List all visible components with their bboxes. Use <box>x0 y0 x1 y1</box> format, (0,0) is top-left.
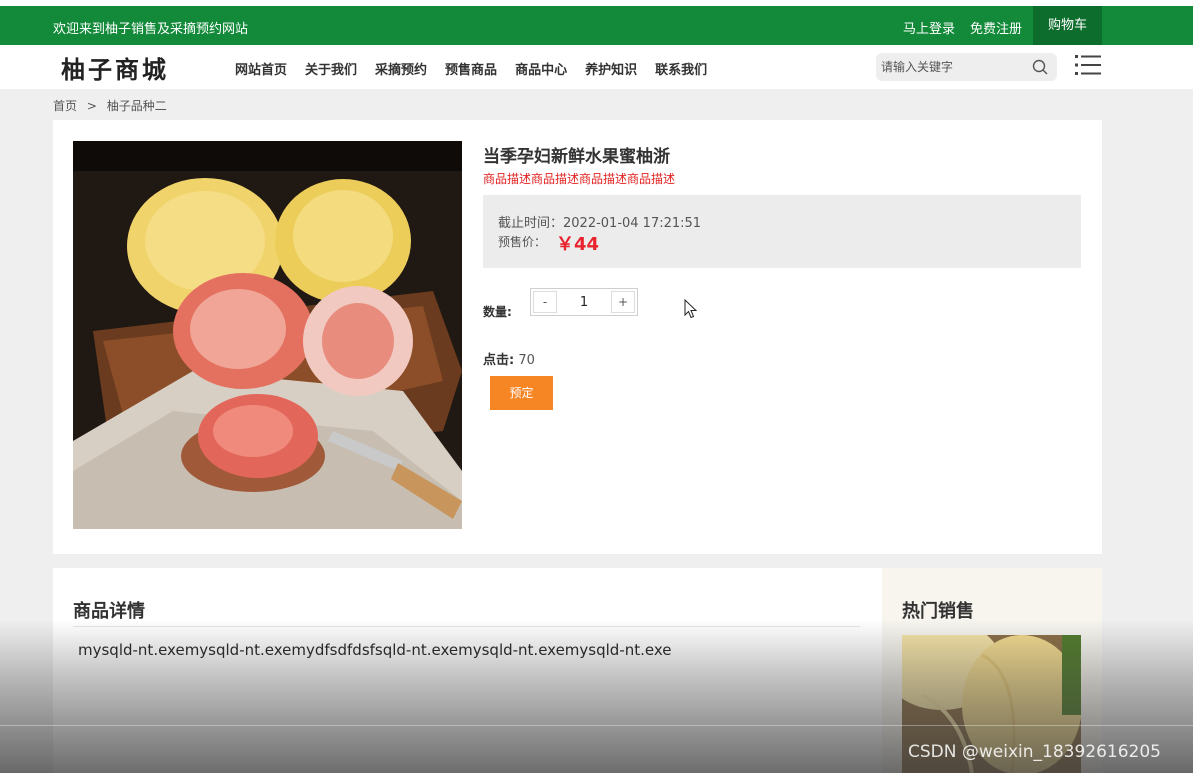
presale-price: ￥44 <box>556 234 600 255</box>
details-divider <box>73 626 860 627</box>
product-image <box>73 141 462 529</box>
mouse-cursor-icon <box>684 299 698 319</box>
click-count-label: 点击: <box>483 353 515 368</box>
details-title: 商品详情 <box>73 601 145 622</box>
nav-presale[interactable]: 预售商品 <box>445 59 497 78</box>
search-input[interactable] <box>881 57 1021 77</box>
nav-home[interactable]: 网站首页 <box>235 59 287 78</box>
register-link[interactable]: 免费注册 <box>970 18 1022 37</box>
main-nav: 网站首页 关于我们 采摘预约 预售商品 商品中心 养护知识 联系我们 <box>235 59 725 78</box>
product-details-panel: 商品详情 mysqld-nt.exemysqld-nt.exemydfsdfds… <box>53 568 882 773</box>
nav-products[interactable]: 商品中心 <box>515 59 567 78</box>
nav-about[interactable]: 关于我们 <box>305 59 357 78</box>
watermark: CSDN @weixin_18392616205 <box>908 742 1161 762</box>
welcome-text: 欢迎来到柚子销售及采摘预约网站 <box>53 22 249 37</box>
quantity-label: 数量: <box>483 305 512 319</box>
presale-label: 预售价： <box>498 235 547 249</box>
menu-icon[interactable] <box>1075 54 1101 76</box>
quantity-decrease-button[interactable]: - <box>533 291 557 313</box>
search-box <box>876 53 1057 81</box>
product-description: 商品描述商品描述商品描述商品描述 <box>483 172 676 186</box>
top-bar: 欢迎来到柚子销售及采摘预约网站 马上登录 免费注册 购物车 <box>0 0 1193 45</box>
deadline-text: 截止时间：2022-01-04 17:21:51 <box>498 216 702 231</box>
cart-link[interactable]: 购物车 <box>1033 6 1102 45</box>
details-body: mysqld-nt.exemysqld-nt.exemydfsdfdsfsqld… <box>78 641 672 659</box>
quantity-increase-button[interactable]: + <box>611 291 635 313</box>
nav-care[interactable]: 养护知识 <box>585 59 637 78</box>
breadcrumb-home[interactable]: 首页 <box>53 99 77 113</box>
breadcrumb-separator: > <box>86 99 97 113</box>
video-overlay-line <box>0 725 1193 726</box>
click-count-value: 70 <box>518 353 535 368</box>
quantity-input[interactable]: 1 <box>559 295 609 310</box>
site-logo[interactable]: 柚子商城 <box>61 50 169 85</box>
login-link[interactable]: 马上登录 <box>903 18 955 37</box>
nav-contact[interactable]: 联系我们 <box>655 59 707 78</box>
quantity-stepper: - 1 + <box>530 288 638 316</box>
hot-sales-title: 热门销售 <box>902 601 974 622</box>
price-box: 截止时间：2022-01-04 17:21:51 预售价： ￥44 <box>483 195 1081 268</box>
click-count: 点击: 70 <box>483 349 535 368</box>
search-icon[interactable] <box>1032 59 1048 75</box>
book-button[interactable]: 预定 <box>490 376 553 410</box>
nav-picking[interactable]: 采摘预约 <box>375 59 427 78</box>
product-title: 当季孕妇新鲜水果蜜柚浙 <box>483 147 670 167</box>
breadcrumb-current: 柚子品种二 <box>106 99 167 113</box>
breadcrumb: 首页 > 柚子品种二 <box>53 97 167 114</box>
product-card: 当季孕妇新鲜水果蜜柚浙 商品描述商品描述商品描述商品描述 截止时间：2022-0… <box>53 120 1102 554</box>
site-header: 柚子商城 网站首页 关于我们 采摘预约 预售商品 商品中心 养护知识 联系我们 <box>0 45 1193 89</box>
